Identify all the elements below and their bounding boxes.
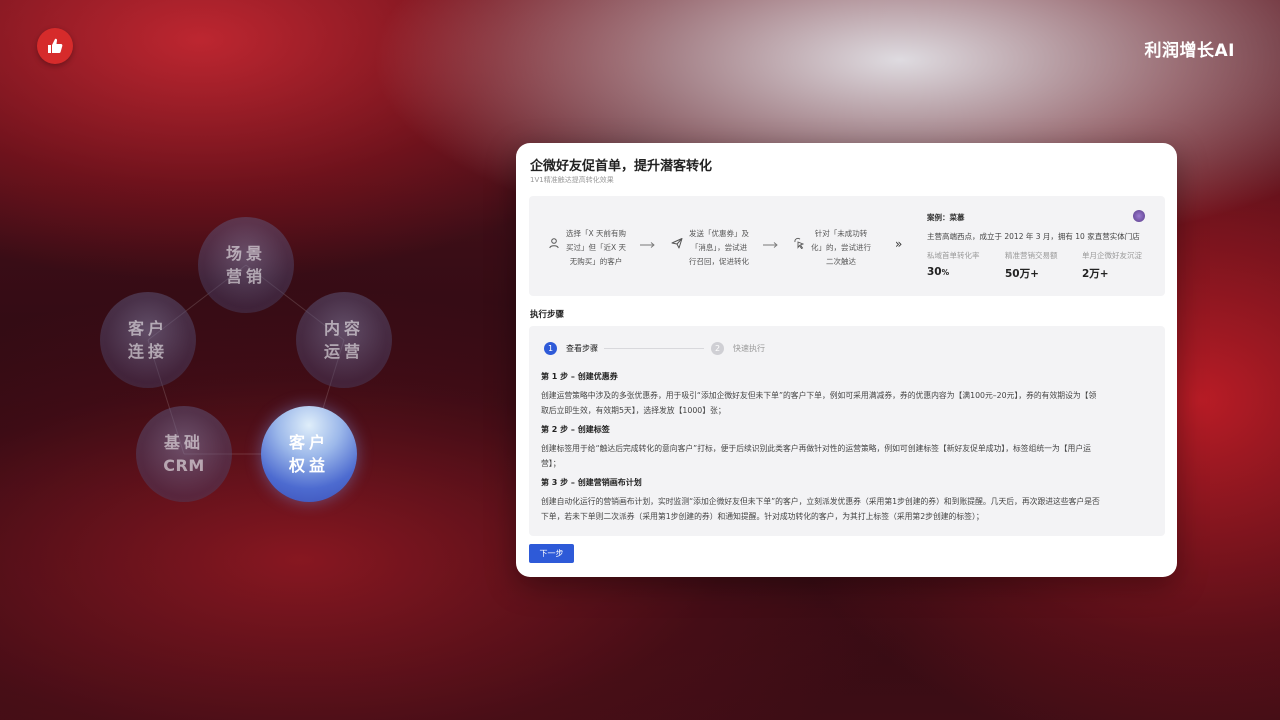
tab-view-steps[interactable]: 查看步骤 bbox=[566, 343, 598, 354]
stepper-dot-2[interactable]: 2 bbox=[711, 342, 724, 355]
click-icon bbox=[794, 237, 805, 249]
step-body: 创建自动化运行的营销画布计划，实时监测“添加企微好友但未下单”的客户，立刻派发优… bbox=[541, 494, 1151, 524]
step-body: 创建运营策略中涉及的多张优惠券，用于吸引“添加企微好友但未下单”的客户下单，例如… bbox=[541, 388, 1151, 418]
flow-step-retouch: 针对「未成功转 化」的，尝试进行 二次触达 bbox=[793, 227, 871, 269]
arrow-right-icon bbox=[763, 242, 778, 248]
stat-label: 私域首单转化率 bbox=[927, 251, 980, 260]
node-base-crm[interactable]: 基础 CRM bbox=[136, 406, 232, 502]
step-heading: 第 3 步 – 创建营销画布计划 bbox=[541, 478, 642, 487]
node-line1: 客户 bbox=[127, 319, 168, 338]
stat-value: 30% bbox=[927, 266, 949, 278]
card-title: 企微好友促首单，提升潜客转化 bbox=[530, 159, 713, 174]
node-line2: 营销 bbox=[225, 267, 266, 286]
step-line: 创建自动化运行的营销画布计划，实时监测“添加企微好友但未下单”的客户，立刻派发优… bbox=[541, 497, 1100, 506]
flow-line: 买过」但「近X 天 bbox=[566, 243, 627, 252]
step-line: 创建运营策略中涉及的多张优惠券，用于吸引“添加企微好友但未下单”的客户下单，例如… bbox=[541, 391, 1097, 400]
section-title: 执行步骤 bbox=[530, 310, 565, 320]
node-line1: 客户 bbox=[288, 433, 329, 452]
flow-text: 针对「未成功转 化」的，尝试进行 二次触达 bbox=[811, 227, 871, 269]
steps-panel: 1 查看步骤 2 快速执行 第 1 步 – 创建优惠券 创建运营策略中涉及的多张… bbox=[529, 326, 1165, 536]
node-line1: 基础 bbox=[163, 433, 204, 452]
node-content-ops[interactable]: 内容 运营 bbox=[296, 292, 392, 388]
node-line2: 运营 bbox=[323, 342, 364, 361]
user-icon bbox=[549, 238, 559, 249]
node-scene-marketing[interactable]: 场景 营销 bbox=[198, 217, 294, 313]
step-heading: 第 1 步 – 创建优惠券 bbox=[541, 372, 618, 381]
avatar bbox=[1133, 210, 1145, 222]
node-line2: 权益 bbox=[288, 456, 329, 475]
stat-value: 2万+ bbox=[1082, 268, 1109, 280]
node-line2: CRM bbox=[163, 456, 205, 475]
card-subtitle: 1V1精准触达提高转化效果 bbox=[530, 176, 614, 184]
flow-text: 选择「X 天前有购 买过」但「近X 天 无购买」的客户 bbox=[566, 227, 626, 269]
flow-line: 「消息」，尝试进 bbox=[690, 243, 748, 252]
flow-line: 发送「优惠券」及 bbox=[689, 229, 749, 238]
flow-step-send: 发送「优惠券」及 「消息」，尝试进 行召回，促进转化 bbox=[671, 227, 749, 269]
step-line: 取后立即生效，有效期5天】，选择发放【1000】张； bbox=[541, 406, 726, 415]
double-chevron-icon: » bbox=[895, 237, 903, 251]
flow-text: 发送「优惠券」及 「消息」，尝试进 行召回，促进转化 bbox=[689, 227, 749, 269]
flow-panel: 选择「X 天前有购 买过」但「近X 天 无购买」的客户 发送「优惠券」及 「消息… bbox=[529, 196, 1165, 296]
flow-line: 行召回，促进转化 bbox=[689, 257, 749, 266]
node-line1: 场景 bbox=[225, 244, 266, 263]
case-title: 案例：菜慕 bbox=[927, 213, 965, 222]
stat-number: 30 bbox=[927, 266, 942, 278]
flow-line: 化」的，尝试进行 bbox=[811, 243, 871, 252]
stat-value: 50万+ bbox=[1005, 268, 1039, 280]
strategy-card: 企微好友促首单，提升潜客转化 1V1精准触达提高转化效果 选择「X 天前有购 买… bbox=[516, 143, 1177, 577]
step-line: 创建标签用于给“触达后完成转化的意向客户”打标，便于后续识别此类客户再做针对性的… bbox=[541, 444, 1091, 453]
node-line1: 内容 bbox=[323, 319, 364, 338]
stat-unit: % bbox=[941, 268, 950, 277]
stepper-dot-1[interactable]: 1 bbox=[544, 342, 557, 355]
flow-line: 选择「X 天前有购 bbox=[566, 229, 627, 238]
step-line: 下单，若未下单则二次派券（采用第1步创建的券）和通知提醒。针对成功转化的客户，为… bbox=[541, 512, 984, 521]
arrow-right-icon bbox=[640, 242, 655, 248]
tab-quick-execute[interactable]: 快速执行 bbox=[733, 343, 765, 354]
case-description: 主营高端西点，成立于 2012 年 3 月，拥有 10 家直营实体门店 bbox=[927, 232, 1140, 241]
flow-line: 针对「未成功转 bbox=[814, 229, 868, 238]
stepper-connector bbox=[604, 348, 704, 349]
step-body: 创建标签用于给“触达后完成转化的意向客户”打标，便于后续识别此类客户再做针对性的… bbox=[541, 441, 1151, 471]
step-line: 营】； bbox=[541, 459, 561, 468]
node-customer-connection[interactable]: 客户 连接 bbox=[100, 292, 196, 388]
node-customer-benefits[interactable]: 客户 权益 bbox=[261, 406, 357, 502]
stat-label: 精准营销交易额 bbox=[1005, 251, 1058, 260]
send-icon bbox=[671, 238, 683, 249]
flow-line: 二次触达 bbox=[826, 257, 856, 266]
node-line2: 连接 bbox=[127, 342, 168, 361]
next-step-button[interactable]: 下一步 bbox=[529, 544, 574, 563]
flow-line: 无购买」的客户 bbox=[569, 257, 623, 266]
flow-step-select: 选择「X 天前有购 买过」但「近X 天 无购买」的客户 bbox=[548, 227, 626, 269]
step-heading: 第 2 步 – 创建标签 bbox=[541, 425, 610, 434]
stat-label: 单月企微好友沉淀 bbox=[1082, 251, 1142, 260]
